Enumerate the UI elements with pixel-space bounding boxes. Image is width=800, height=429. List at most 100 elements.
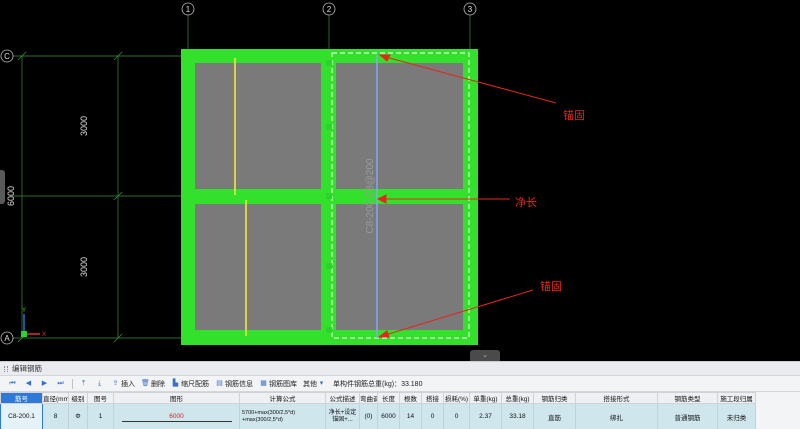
formula-line: +max(300/2,5*d)	[242, 416, 283, 423]
panel-toolbar: ⏮ ◀ ▶ ⏭ ⤒ ⤓ ⇪ 插入 🗑 删除 ▙ 缩尺配筋 ▤ 钢筋信息 ▦ 钢筋图库 其他…	[0, 376, 800, 392]
total-weight-value: 33.180	[401, 380, 423, 388]
move-down-button[interactable]: ⤓	[93, 378, 107, 390]
panel-title-bar: 编辑钢筋	[0, 362, 800, 376]
cell-unit-weight[interactable]: 2.37	[469, 403, 502, 429]
cell-lap-type[interactable]: 绑扎	[575, 403, 658, 429]
slab-panel-bottom-right[interactable]	[336, 204, 463, 330]
axis-label-a: A	[4, 334, 10, 343]
move-up-button[interactable]: ⤒	[77, 378, 91, 390]
next-record-button[interactable]: ▶	[38, 378, 52, 390]
column-header[interactable]: 单重(kg)	[469, 392, 502, 404]
dim-text-lower: 3000	[79, 257, 89, 277]
info-icon: ▤	[216, 380, 223, 387]
cell-section[interactable]: 未归类	[717, 403, 756, 429]
panel-title: 编辑钢筋	[12, 364, 42, 373]
axis-label-c: C	[4, 52, 10, 61]
cell-bend-adjust[interactable]: (0)	[359, 403, 378, 429]
node-marker	[326, 263, 332, 269]
ruler-icon: ▙	[172, 380, 179, 387]
move-up-icon: ⤒	[81, 380, 86, 387]
cell-count[interactable]: 14	[399, 403, 422, 429]
cell-shape[interactable]: 6000	[113, 403, 240, 429]
cell-shape-no[interactable]: 1	[87, 403, 114, 429]
cell-category[interactable]: 直筋	[533, 403, 576, 429]
last-icon: ⏭	[57, 380, 64, 387]
axis-label-1: 1	[186, 5, 191, 14]
node-marker	[326, 327, 332, 333]
chevron-down-icon: ▾	[319, 380, 324, 387]
column-header[interactable]: 钢筋类型	[657, 392, 718, 404]
first-record-button[interactable]: ⏮	[6, 378, 20, 390]
column-header[interactable]: 筋号	[0, 392, 43, 404]
panel-collapse-handle[interactable]: ⌄	[470, 350, 500, 361]
rebar-info-button[interactable]: ▤ 钢筋信息	[213, 378, 255, 390]
cell-loss[interactable]: 0	[443, 403, 470, 429]
cad-drawing: 1 2 3 C A 6000 3000 3000 C8-200 C8@200 锚…	[0, 2, 585, 345]
total-weight: 单构件钢筋总重(kg)：33.180	[333, 379, 422, 389]
drawing-canvas[interactable]: 1 2 3 C A 6000 3000 3000 C8-200 C8@200 锚…	[0, 0, 800, 361]
left-dock-tab[interactable]	[0, 170, 5, 204]
prev-icon: ◀	[25, 380, 32, 387]
shape-line	[121, 421, 232, 422]
move-down-icon: ⤓	[97, 380, 102, 387]
column-header[interactable]: 钢筋归类	[533, 392, 576, 404]
cell-formula-desc[interactable]: 净长+设定 锚固+...	[325, 403, 360, 429]
other-menu-button[interactable]: 其他 ▾	[301, 378, 329, 390]
column-header[interactable]: 总重(kg)	[501, 392, 534, 404]
svg-text:Y: Y	[22, 308, 26, 314]
annotation-anchor-top: 锚固	[563, 108, 585, 122]
column-header[interactable]: 施工段归属	[717, 392, 756, 404]
app-window: 1 2 3 C A 6000 3000 3000 C8-200 C8@200 锚…	[0, 0, 800, 429]
cell-lap[interactable]: 0	[421, 403, 444, 429]
column-header[interactable]: 搭接	[421, 392, 444, 404]
first-icon: ⏮	[9, 380, 16, 387]
cell-total-weight[interactable]: 33.18	[501, 403, 534, 429]
trash-icon: 🗑	[141, 380, 150, 387]
table-header-row: 筋号 直径(mm) 级别 图号 图形 计算公式 公式描述 弯曲调整 长度 根数 …	[0, 392, 756, 404]
desc-line: 净长+设定	[328, 409, 357, 416]
rebar-library-button[interactable]: ▦ 钢筋图库	[257, 378, 299, 390]
annotation-anchor-bottom: 锚固	[540, 279, 562, 293]
drag-grip-icon[interactable]	[4, 366, 8, 372]
node-marker	[326, 60, 332, 66]
prev-record-button[interactable]: ◀	[22, 378, 36, 390]
column-header[interactable]: 公式描述	[325, 392, 360, 404]
rebar-table: 筋号 直径(mm) 级别 图号 图形 计算公式 公式描述 弯曲调整 长度 根数 …	[0, 392, 756, 429]
node-marker	[326, 124, 332, 130]
delete-button[interactable]: 🗑 删除	[139, 378, 167, 390]
total-weight-label: 单构件钢筋总重(kg)：	[333, 380, 402, 388]
desc-line: 锚固+...	[332, 416, 353, 423]
toolbar-divider	[72, 378, 73, 389]
column-header[interactable]: 搭接形式	[575, 392, 658, 404]
column-header[interactable]: 计算公式	[239, 392, 326, 404]
column-header[interactable]: 图号	[87, 392, 114, 404]
cell-length[interactable]: 6000	[377, 403, 400, 429]
column-header[interactable]: 长度	[377, 392, 400, 404]
scale-config-button[interactable]: ▙ 缩尺配筋	[169, 378, 211, 390]
slab-panel-bottom-left[interactable]	[195, 204, 321, 330]
column-header[interactable]: 损耗(%)	[443, 392, 470, 404]
cell-bar-no[interactable]: C8-200.1	[0, 403, 43, 429]
insert-button[interactable]: ⇪ 插入	[109, 378, 137, 390]
axis-label-2: 2	[327, 5, 332, 14]
cell-diameter[interactable]: 8	[42, 403, 69, 429]
column-header[interactable]: 图形	[113, 392, 240, 404]
svg-text:X: X	[42, 332, 46, 338]
table-row[interactable]: C8-200.1 8 Φ 1 6000 5700+max(300/2,5*d) …	[0, 403, 756, 429]
column-header[interactable]: 弯曲调整	[359, 392, 378, 404]
cell-formula[interactable]: 5700+max(300/2,5*d) +max(300/2,5*d)	[239, 403, 326, 429]
formula-line: 5700+max(300/2,5*d)	[242, 409, 296, 416]
cell-grade[interactable]: Φ	[68, 403, 88, 429]
insert-icon: ⇪	[112, 380, 119, 387]
column-header[interactable]: 根数	[399, 392, 422, 404]
slab-panel-top-left[interactable]	[195, 63, 321, 189]
column-header[interactable]: 直径(mm)	[42, 392, 69, 404]
cell-rebar-type[interactable]: 普通钢筋	[657, 403, 718, 429]
shape-length: 6000	[169, 413, 184, 420]
annotation-net-length: 净长	[515, 195, 537, 209]
column-header[interactable]: 级别	[68, 392, 88, 404]
last-record-button[interactable]: ⏭	[54, 378, 68, 390]
node-marker	[326, 193, 332, 199]
slab-panel-top-right[interactable]	[336, 63, 463, 189]
next-icon: ▶	[41, 380, 48, 387]
